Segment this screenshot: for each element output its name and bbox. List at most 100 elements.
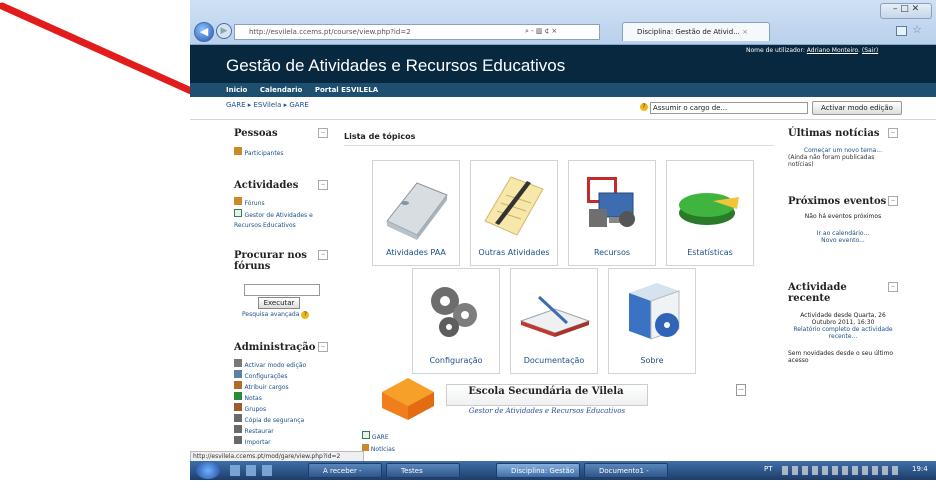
banner-edit-icon[interactable]: — [736,384,746,396]
browser-window: ◀ ▶ http://esvilela.ccems.pt/course/view… [190,0,936,480]
forum-icon [234,197,242,205]
link-foruns[interactable]: Fóruns [245,200,265,207]
resources-icon [587,177,635,227]
open-book-icon [519,295,591,337]
collapse-icon[interactable]: − [318,180,328,190]
user-info: Nome de utilizador: Adriano Monteiro. (S… [746,47,879,54]
notepad-pen-icon [484,176,544,236]
new-event-link[interactable]: Novo evento... [788,237,898,244]
tile-atividades-paa[interactable]: Atividades PAA [372,160,460,266]
window-controls[interactable]: – □ ✕ [880,3,932,19]
nav-item-inicio[interactable]: Inicio [226,86,247,94]
no-events-text: Não há eventos próximos [804,213,882,220]
home-icon[interactable] [896,26,907,36]
user-name-link[interactable]: Adriano Monteiro [807,47,858,54]
collapse-icon[interactable]: − [888,282,898,292]
favorites-star-icon[interactable]: ☆ [912,23,922,36]
link-participantes[interactable]: Participantes [245,150,284,157]
binder-icon [386,182,448,240]
address-bar-controls[interactable]: ⌕ - ▥ ¢ × [525,27,557,36]
admin-item[interactable]: Atribuir cargos [245,384,289,391]
pie-chart-icon [679,193,739,225]
link-gestor[interactable]: Gestor de Atividades e Recursos Educativ… [234,212,313,229]
restore-icon [234,425,242,433]
block-title: Últimas notícias [788,128,880,139]
tile-documentacao[interactable]: Documentação [510,268,598,374]
admin-item[interactable]: Restaurar [245,428,274,435]
forum-search-input[interactable] [244,284,320,296]
backup-icon [234,414,242,422]
breadcrumb[interactable]: GARE ▸ ESVilela ▸ GARE [226,101,309,109]
block-title: Próximos eventos [788,196,887,207]
topics-title: Lista de tópicos [344,132,416,141]
collapse-icon[interactable]: − [318,128,328,138]
settings-icon [234,370,242,378]
recent-report-link[interactable]: Relatório completo de actividade recente… [788,326,898,340]
admin-item[interactable]: Grupos [245,406,267,413]
admin-item[interactable]: Activar modo edição [245,362,307,369]
users-icon [234,147,242,155]
forward-button[interactable]: ▶ [216,23,232,39]
collapse-icon[interactable]: − [318,342,328,352]
recent-since-text: Actividade desde Quarta, 26 Outubro 2011… [800,312,886,326]
quicklaunch-icons[interactable] [230,465,274,476]
block-ultimas-noticias: Últimas notícias − Começar um novo tema.… [788,128,898,168]
taskbar-item[interactable]: Documento1 - Micr... [584,463,668,490]
software-box-icon [629,283,680,340]
recent-none-text: Sem novidades desde o seu último acesso [788,350,894,364]
help-icon[interactable]: ? [301,311,310,319]
link-noticias-row[interactable]: Notícias [362,444,395,453]
taskbar-item[interactable]: Disciplina: Gestão d... [496,463,580,490]
admin-item[interactable]: Notas [245,395,262,402]
tile-sobre[interactable]: Sobre [608,268,696,374]
calendar-link[interactable]: Ir ao calendário... [788,230,898,237]
tile-label: Atividades PAA [386,248,446,257]
advanced-search-link[interactable]: Pesquisa avançada ? [242,311,310,319]
tab-title: Disciplina: Gestão de Ativid... [637,28,740,36]
search-execute-button[interactable]: Executar [258,297,300,309]
tile-label: Documentação [523,356,585,365]
help-icon[interactable]: ? [640,103,648,111]
admin-item[interactable]: Configurações [245,373,288,380]
start-button[interactable] [196,462,220,479]
tile-configuracao[interactable]: Configuração [412,268,500,374]
nav-bar: Inicio Calendario Portal ESVILELA [190,83,936,97]
browser-toolbar: ◀ ▶ http://esvilela.ccems.pt/course/view… [190,0,936,45]
tile-label: Outras Atividades [478,248,550,257]
url-text: http://esvilela.ccems.pt/course/view.php… [249,28,411,36]
tile-recursos[interactable]: Recursos [568,160,656,266]
tray-language[interactable]: PT [764,465,773,473]
new-topic-link[interactable]: Começar um novo tema... [788,147,898,154]
taskbar-item[interactable]: A receber - Microso... [308,463,382,490]
browser-tab[interactable]: Disciplina: Gestão de Ativid... × [622,22,770,41]
link-gare-row[interactable]: GARE [362,431,389,441]
edit-mode-button[interactable]: Activar modo edição [812,101,902,115]
collapse-icon[interactable]: − [888,196,898,206]
logout-link[interactable]: (Sair) [862,47,878,54]
block-pessoas: Pessoas − Participantes [234,128,334,157]
gears-icon [431,287,477,337]
block-title: Procurar nos fóruns [234,250,307,272]
taskbar-item[interactable]: Testes [386,463,460,478]
block-actividade-recente: Actividade recente − Actividade desde Qu… [788,282,898,364]
block-title: Actividade recente [788,282,847,304]
nav-item-portal[interactable]: Portal ESVILELA [315,86,378,94]
collapse-icon[interactable]: − [318,250,328,260]
nav-item-calendario[interactable]: Calendario [260,86,302,94]
admin-item[interactable]: Cópia de segurança [245,417,305,424]
taskbar: A receber - Microso... Testes Disciplina… [190,461,936,490]
tray-icons[interactable] [782,466,902,475]
school-subtitle: Gestor de Atividades e Recursos Educativ… [468,407,626,415]
school-name: Escola Secundária de Vilela [468,386,624,397]
block-proximos-eventos: Próximos eventos − Não há eventos próxim… [788,196,898,244]
role-select[interactable]: Assumir o cargo de... [650,102,808,114]
collapse-icon[interactable]: − [888,128,898,138]
admin-item[interactable]: Importar [245,439,271,446]
back-button[interactable]: ◀ [194,22,214,42]
grades-icon [234,392,242,400]
tab-close-icon[interactable]: × [742,28,748,36]
tray-clock[interactable]: 19:4 [912,465,928,473]
tile-outras-atividades[interactable]: Outras Atividades [470,160,558,266]
no-news-text: (Ainda não foram publicadas notícias) [788,154,875,168]
tile-estatisticas[interactable]: Estatísticas [666,160,754,266]
